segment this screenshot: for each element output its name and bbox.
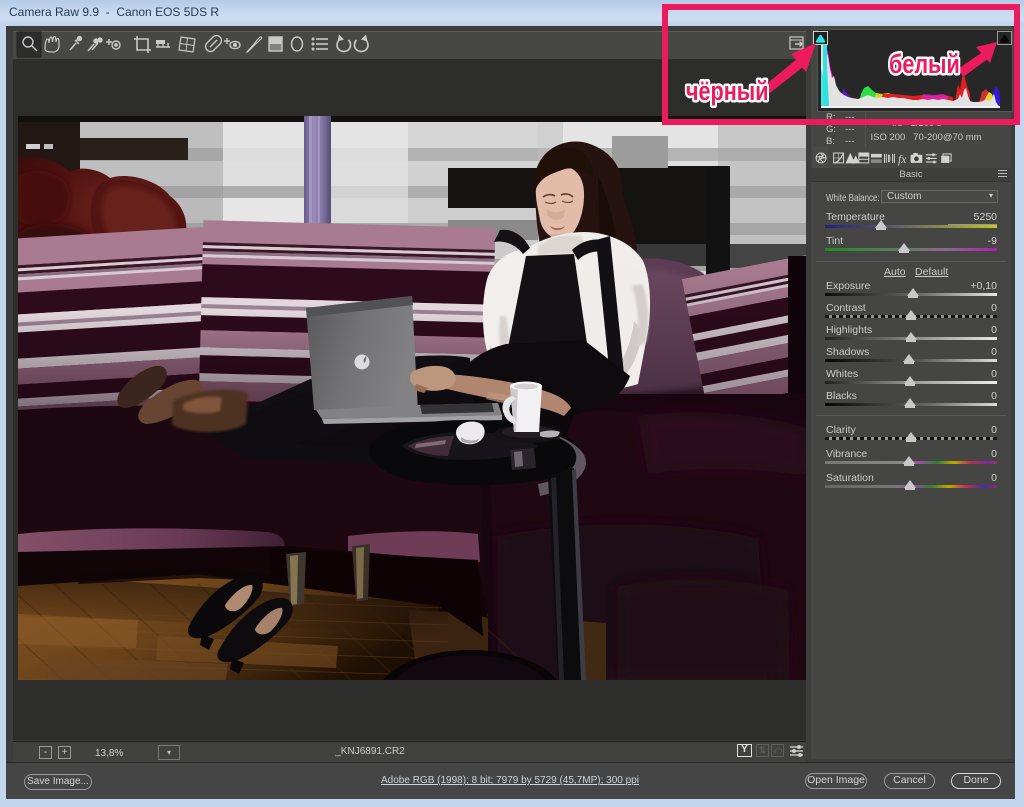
svg-text:чёрный: чёрный — [686, 77, 768, 107]
svg-text:белый: белый — [889, 50, 960, 80]
